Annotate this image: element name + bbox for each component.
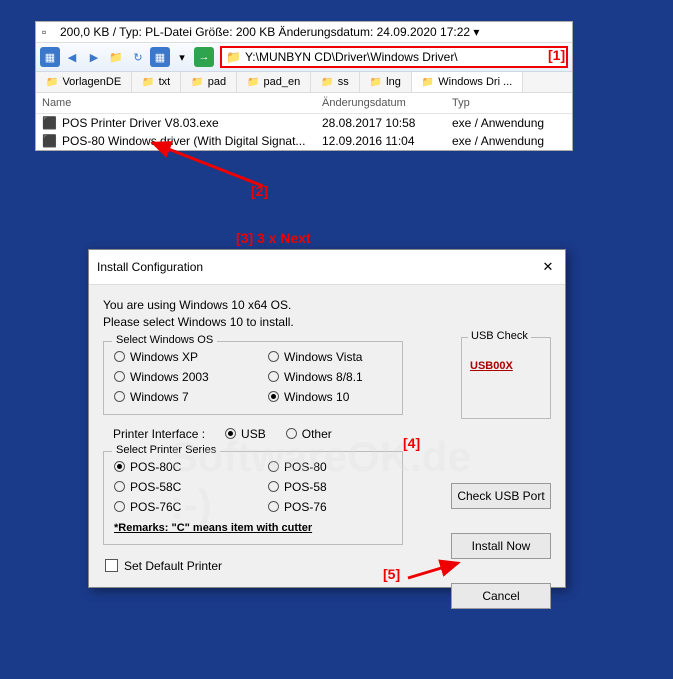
check-usb-button[interactable]: Check USB Port bbox=[451, 483, 551, 509]
radio-pos-80c[interactable]: POS-80C bbox=[114, 460, 238, 474]
annotation-4: [4] bbox=[403, 435, 420, 451]
tab-item[interactable]: 📁pad_en bbox=[237, 72, 311, 92]
annotation-3: [3] 3 x Next bbox=[236, 230, 311, 246]
radio-icon bbox=[114, 371, 125, 382]
dropdown-icon[interactable]: ▾ bbox=[172, 47, 192, 67]
file-date: 12.09.2016 11:04 bbox=[322, 134, 452, 148]
col-typ[interactable]: Typ bbox=[452, 97, 566, 109]
explorer-statusbar: ▫ 200,0 KB / Typ: PL-Datei Größe: 200 KB… bbox=[36, 22, 572, 43]
up-icon[interactable]: 📁 bbox=[106, 47, 126, 67]
address-bar[interactable]: 📁 Y:\MUNBYN CD\Driver\Windows Driver\ bbox=[220, 46, 568, 68]
folder-icon: 📁 bbox=[321, 77, 333, 88]
folder-icon: 📁 bbox=[142, 77, 154, 88]
usb-check-legend: USB Check bbox=[468, 330, 531, 342]
radio-windows-10[interactable]: Windows 10 bbox=[268, 390, 392, 404]
radio-icon bbox=[225, 428, 236, 439]
tab-item[interactable]: 📁txt bbox=[132, 72, 181, 92]
radio-windows-2003[interactable]: Windows 2003 bbox=[114, 370, 238, 384]
radio-pos-76[interactable]: POS-76 bbox=[268, 500, 392, 514]
folder-icon: 📁 bbox=[46, 77, 58, 88]
radio-icon bbox=[114, 351, 125, 362]
radio-pos-76c[interactable]: POS-76C bbox=[114, 500, 238, 514]
radio-windows-vista[interactable]: Windows Vista bbox=[268, 350, 392, 364]
os-legend: Select Windows OS bbox=[112, 334, 217, 346]
go-icon[interactable]: → bbox=[194, 47, 214, 67]
install-dialog: Install Configuration ✕ You are using Wi… bbox=[88, 249, 566, 588]
col-name[interactable]: Name bbox=[42, 97, 322, 109]
file-type: exe / Anwendung bbox=[452, 134, 566, 148]
radio-icon bbox=[268, 461, 279, 472]
tab-item-active[interactable]: 📁Windows Dri ... bbox=[412, 72, 523, 92]
checkbox-icon bbox=[105, 559, 118, 572]
radio-icon bbox=[268, 501, 279, 512]
file-type: exe / Anwendung bbox=[452, 116, 566, 130]
folder-icon: 📁 bbox=[422, 77, 434, 88]
titlebar: Install Configuration ✕ bbox=[89, 250, 565, 285]
address-text: Y:\MUNBYN CD\Driver\Windows Driver\ bbox=[245, 50, 562, 64]
folder-icon: 📁 bbox=[247, 77, 259, 88]
tab-item[interactable]: 📁VorlagenDE bbox=[36, 72, 132, 92]
series-legend: Select Printer Series bbox=[112, 444, 220, 456]
folder-icon: 📁 bbox=[370, 77, 382, 88]
back-icon[interactable]: ◀ bbox=[62, 47, 82, 67]
radio-usb[interactable]: USB bbox=[225, 427, 266, 441]
annotation-1: [1] bbox=[548, 47, 565, 63]
usb-check-box: USB Check USB00X bbox=[461, 337, 551, 419]
radio-icon bbox=[268, 371, 279, 382]
radio-icon bbox=[286, 428, 297, 439]
tab-item[interactable]: 📁pad bbox=[181, 72, 237, 92]
radio-windows-7[interactable]: Windows 7 bbox=[114, 390, 238, 404]
arrow-icon bbox=[403, 558, 473, 588]
radio-icon bbox=[114, 461, 125, 472]
radio-icon bbox=[268, 391, 279, 402]
set-default-label: Set Default Printer bbox=[124, 559, 222, 573]
exe-icon: ⬛ bbox=[42, 134, 58, 148]
file-row[interactable]: ⬛ POS Printer Driver V8.03.exe 28.08.201… bbox=[36, 114, 572, 132]
radio-icon bbox=[268, 351, 279, 362]
file-row[interactable]: ⬛ POS-80 Windows driver (With Digital Si… bbox=[36, 132, 572, 150]
folder-icon: 📁 bbox=[226, 50, 241, 64]
info-text: You are using Windows 10 x64 OS. Please … bbox=[103, 297, 551, 331]
printer-interface-label: Printer Interface : bbox=[113, 427, 205, 441]
install-now-button[interactable]: Install Now bbox=[451, 533, 551, 559]
status-text: 200,0 KB / Typ: PL-Datei Größe: 200 KB Ä… bbox=[60, 25, 566, 39]
exe-icon: ⬛ bbox=[42, 116, 58, 130]
os-fieldset: Select Windows OS Windows XP Windows Vis… bbox=[103, 341, 403, 415]
dialog-title: Install Configuration bbox=[97, 260, 533, 274]
file-date: 28.08.2017 10:58 bbox=[322, 116, 452, 130]
annotation-5: [5] bbox=[383, 566, 400, 582]
radio-pos-58[interactable]: POS-58 bbox=[268, 480, 392, 494]
forward-icon[interactable]: ▶ bbox=[84, 47, 104, 67]
series-fieldset: Select Printer Series POS-80C POS-80 POS… bbox=[103, 451, 403, 545]
radio-icon bbox=[114, 391, 125, 402]
tab-item[interactable]: 📁ss bbox=[311, 72, 359, 92]
refresh-icon[interactable]: ↻ bbox=[128, 47, 148, 67]
close-icon[interactable]: ✕ bbox=[533, 256, 563, 278]
radio-windows-8[interactable]: Windows 8/8.1 bbox=[268, 370, 392, 384]
arrow-icon bbox=[143, 138, 283, 193]
set-default-row[interactable]: Set Default Printer bbox=[103, 559, 551, 573]
radio-icon bbox=[114, 481, 125, 492]
file-explorer: ▫ 200,0 KB / Typ: PL-Datei Größe: 200 KB… bbox=[35, 21, 573, 151]
radio-icon bbox=[268, 481, 279, 492]
radio-pos-80[interactable]: POS-80 bbox=[268, 460, 392, 474]
radio-windows-xp[interactable]: Windows XP bbox=[114, 350, 238, 364]
file-name: POS Printer Driver V8.03.exe bbox=[62, 116, 322, 130]
grid-icon[interactable]: ▦ bbox=[150, 47, 170, 67]
file-icon: ▫ bbox=[42, 25, 56, 39]
folder-icon: 📁 bbox=[191, 77, 203, 88]
view-icon[interactable]: ▦ bbox=[40, 47, 60, 67]
col-date[interactable]: Änderungsdatum bbox=[322, 97, 452, 109]
usb-value: USB00X bbox=[470, 360, 546, 372]
radio-pos-58c[interactable]: POS-58C bbox=[114, 480, 238, 494]
tab-item[interactable]: 📁lng bbox=[360, 72, 412, 92]
radio-icon bbox=[114, 501, 125, 512]
folder-tabs: 📁VorlagenDE 📁txt 📁pad 📁pad_en 📁ss 📁lng 📁… bbox=[36, 72, 572, 93]
explorer-toolbar: ▦ ◀ ▶ 📁 ↻ ▦ ▾ → 📁 Y:\MUNBYN CD\Driver\Wi… bbox=[36, 43, 572, 72]
radio-other[interactable]: Other bbox=[286, 427, 332, 441]
remarks-text: *Remarks: "C" means item with cutter bbox=[114, 522, 392, 534]
list-header: Name Änderungsdatum Typ bbox=[36, 93, 572, 114]
